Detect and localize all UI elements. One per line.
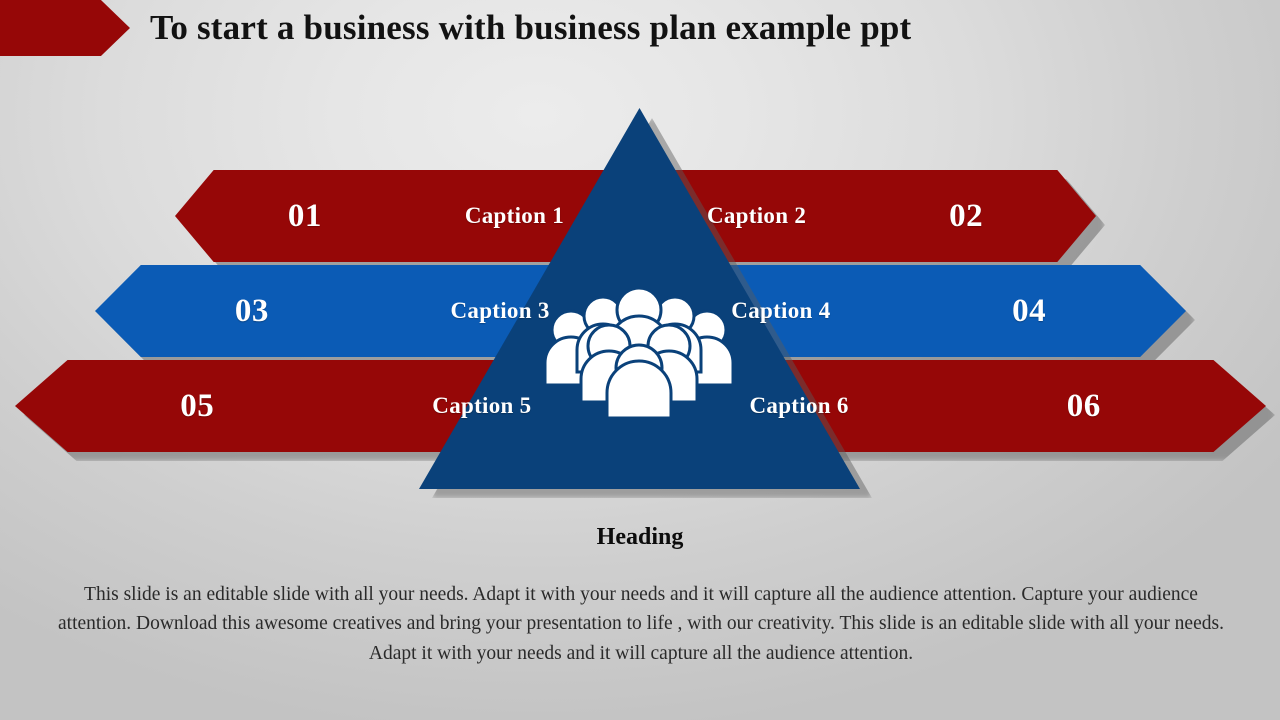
band-left-group: 01 Caption 1	[175, 198, 636, 235]
band-right-group: Caption 6 06	[641, 388, 1267, 425]
caption-3: Caption 3	[450, 298, 550, 323]
body-paragraph: This slide is an editable slide with all…	[58, 584, 1224, 664]
step-number-02: 02	[949, 197, 984, 234]
page-title: To start a business with business plan e…	[150, 8, 912, 47]
caption-6: Caption 6	[749, 393, 849, 418]
band-content: 05 Caption 5 Caption 6 06	[15, 360, 1266, 452]
step-number-03: 03	[234, 292, 269, 329]
caption-5: Caption 5	[432, 393, 532, 418]
band-right-group: Caption 2 02	[636, 198, 1097, 235]
chevron-band-row-2[interactable]: 03 Caption 3 Caption 4 04	[95, 265, 1195, 366]
caption-4: Caption 4	[731, 298, 831, 323]
step-number-04: 04	[1012, 292, 1047, 329]
band-right-group: Caption 4 04	[641, 293, 1187, 330]
step-number-06: 06	[1066, 387, 1101, 424]
band-left-group: 03 Caption 3	[95, 293, 641, 330]
presentation-slide: To start a business with business plan e…	[0, 0, 1280, 720]
band-content: 01 Caption 1 Caption 2 02	[175, 170, 1096, 262]
caption-1: Caption 1	[464, 203, 565, 228]
section-heading: Heading	[596, 524, 684, 550]
step-number-01: 01	[287, 197, 322, 234]
chevron-band-row-1[interactable]: 01 Caption 1 Caption 2 02	[175, 170, 1105, 271]
band-left-group: 05 Caption 5	[15, 388, 641, 425]
step-number-05: 05	[180, 387, 215, 424]
caption-2: Caption 2	[706, 203, 807, 228]
band-content: 03 Caption 3 Caption 4 04	[95, 265, 1186, 357]
chevron-band-row-3[interactable]: 05 Caption 5 Caption 6 06	[15, 360, 1275, 461]
title-accent-banner	[0, 0, 130, 56]
